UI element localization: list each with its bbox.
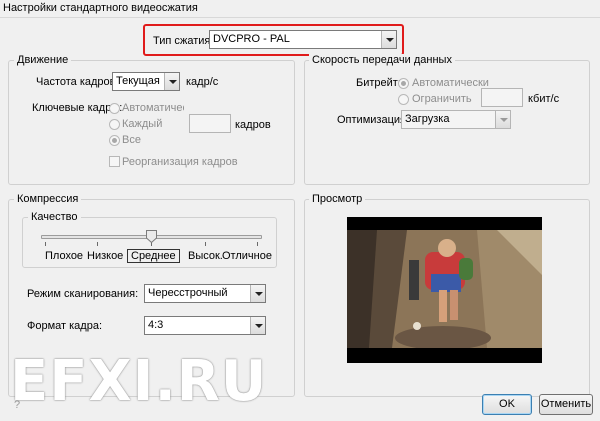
reorder-frames-label: Реорганизация кадров [122,156,238,168]
bitrate-label: Битрейт: [356,77,401,89]
aspect-value: 4:3 [148,319,164,331]
scan-mode-label: Режим сканирования: [27,288,139,300]
scan-mode-select[interactable]: Чересстрочный [144,284,266,303]
chevron-down-icon[interactable] [250,285,265,302]
data-rate-group-title: Скорость передачи данных [309,54,455,67]
cancel-button[interactable]: Отменить [539,394,593,415]
quality-slider-thumb[interactable] [146,230,157,243]
quality-level-label: Высок. [188,250,223,262]
motion-group-title: Движение [14,54,72,67]
aspect-label: Формат кадра: [27,320,103,332]
bitrate-auto-radio[interactable] [398,78,409,89]
compression-type-select[interactable]: DVCPRO - PAL [209,30,397,49]
keyframe-all-radio[interactable] [109,135,120,146]
bitrate-limit-radio[interactable] [398,94,409,105]
keyframe-auto-radio[interactable] [109,103,120,114]
keyframe-every-input[interactable] [189,114,231,133]
keyframe-all-label: Все [122,134,141,146]
optimize-value: Загрузка [405,113,450,125]
bitrate-limit-label: Ограничить [412,93,472,105]
chevron-down-icon[interactable] [250,317,265,334]
quality-tick [45,242,46,246]
reorder-frames-checkbox[interactable] [109,156,120,167]
quality-level-label: Отличное [222,250,272,262]
optimize-select[interactable]: Загрузка [401,110,511,129]
keyframe-auto-label: Автоматически [122,102,184,114]
keyframe-every-radio[interactable] [109,119,120,130]
quality-group-title: Качество [28,211,81,224]
window-title: Настройки стандартного видеосжатия [0,0,600,18]
quality-tick [205,242,206,246]
quality-level-selected: Среднее [127,249,180,263]
aspect-select[interactable]: 4:3 [144,316,266,335]
preview-image [347,217,542,363]
compression-type-label: Тип сжатия: [153,35,214,47]
frame-rate-select[interactable]: Текущая [112,72,180,91]
chevron-down-icon[interactable] [495,111,510,128]
frame-rate-value: Текущая [116,75,160,87]
compression-type-value: DVCPRO - PAL [213,33,290,45]
quality-tick [257,242,258,246]
bitrate-limit-input[interactable] [481,88,523,107]
keyframe-every-label: Каждый [122,118,163,130]
preview-scene [347,230,542,348]
frame-rate-label: Частота кадров: [36,76,119,88]
optimize-label: Оптимизация: [337,114,410,126]
quality-tick [97,242,98,246]
keyframe-every-unit: кадров [235,119,271,131]
quality-level-label: Низкое [87,250,124,262]
scan-mode-value: Чересстрочный [148,287,228,299]
ok-button[interactable]: OK [482,394,532,415]
frame-rate-unit: кадр/с [186,76,219,88]
bitrate-unit: кбит/с [528,93,560,105]
preview-frame [347,230,542,348]
quality-level-label: Плохое [45,250,84,262]
chevron-down-icon[interactable] [381,31,396,48]
watermark: EFXI.RU [10,349,268,414]
chevron-down-icon[interactable] [164,73,179,90]
bitrate-auto-label: Автоматически [412,77,489,89]
compression-group-title: Компрессия [14,193,82,206]
preview-group-title: Просмотр [309,193,366,206]
